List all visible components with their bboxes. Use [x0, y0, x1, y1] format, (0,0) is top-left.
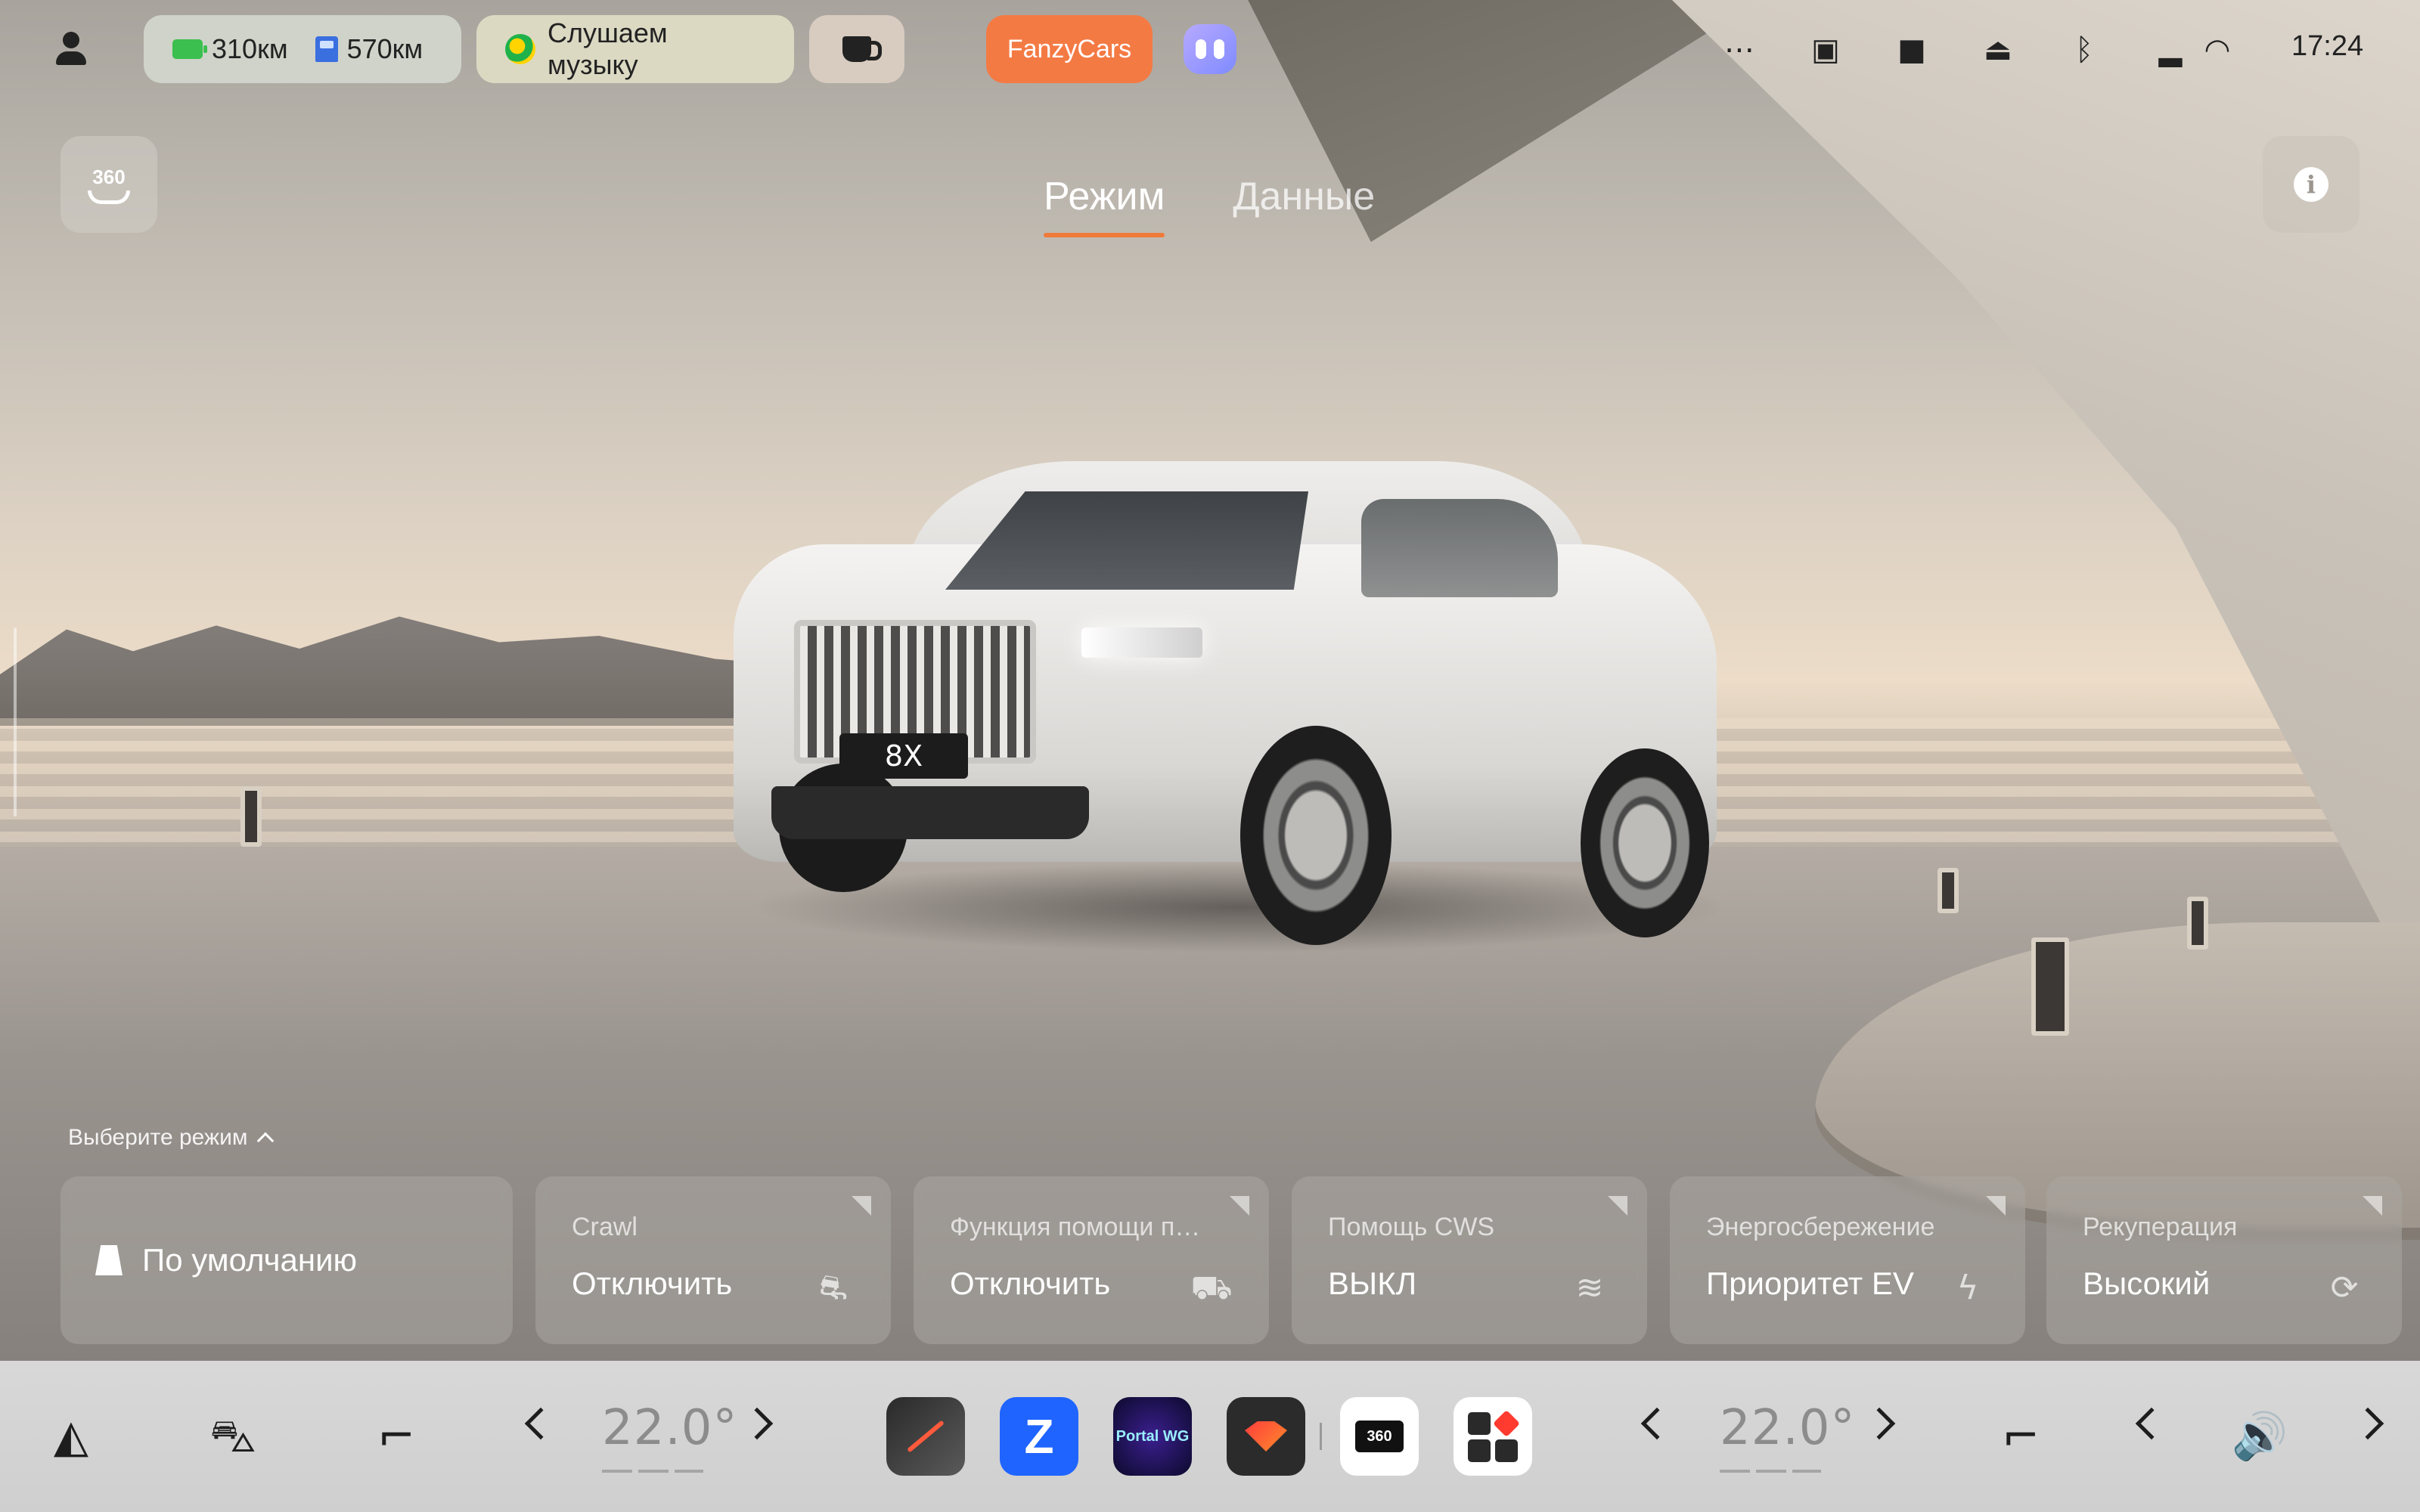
assistant-icon[interactable]	[1184, 24, 1236, 74]
expand-corner-icon	[1608, 1196, 1627, 1216]
right-temp-decrease-icon[interactable]	[1640, 1407, 1674, 1440]
right-temperature[interactable]: 22.0°	[1720, 1400, 1856, 1456]
tab-data[interactable]: Данные	[1233, 174, 1375, 237]
expand-corner-icon	[1986, 1196, 2006, 1216]
vehicle-plate: 8X	[839, 733, 968, 779]
range-widget[interactable]: 310км 570км	[144, 15, 461, 83]
camera-360-app-icon[interactable]: 360	[1340, 1397, 1419, 1476]
dock-separator	[1320, 1423, 1322, 1450]
volume-down-icon[interactable]	[2135, 1407, 2168, 1440]
left-temperature[interactable]: 22.0°	[602, 1400, 738, 1456]
bollard	[1938, 868, 1959, 913]
cws-assist-icon: ≋	[1575, 1269, 1604, 1307]
card-title: Crawl	[572, 1213, 638, 1241]
expand-corner-icon	[2363, 1196, 2382, 1216]
mode-data-tabs: Режим Данные	[1044, 174, 1375, 237]
volume-up-icon[interactable]	[2351, 1407, 2384, 1440]
tab-mode[interactable]: Режим	[1044, 174, 1165, 237]
view-360-label: 360	[92, 165, 126, 188]
regen-icon: ⟳	[2330, 1269, 2359, 1307]
fanzycars-chip[interactable]: FanzyCars	[986, 15, 1153, 83]
default-mode-label: По умолчанию	[142, 1242, 358, 1278]
volume-icon[interactable]: 🔊	[2228, 1405, 2291, 1468]
vehicle-bumper	[771, 786, 1089, 839]
signal-icon: ▂	[2158, 33, 2183, 67]
z-app-icon[interactable]: Z	[1000, 1397, 1078, 1476]
lightning-icon: ϟ	[1956, 1269, 1979, 1307]
mode-card-default[interactable]: По умолчанию	[60, 1176, 513, 1344]
electric-range-value: 310км	[212, 33, 288, 64]
more-icon[interactable]: ⋯	[1718, 29, 1761, 71]
mode-card-energy-saving[interactable]: Энергосбережение Приоритет EV ϟ	[1670, 1176, 2025, 1344]
card-value: Отключить	[950, 1266, 1111, 1301]
status-bar: 310км 570км Слушаем музыку FanzyCars ⋯ ▣…	[0, 0, 2420, 98]
clock: 17:24	[2291, 30, 2364, 62]
bollard	[2187, 897, 2208, 950]
road-icon	[95, 1245, 123, 1275]
vehicle-front-right-wheel	[1240, 726, 1392, 945]
camera-icon[interactable]: ■	[1891, 29, 1933, 71]
camera-360-label: 360	[1355, 1421, 1404, 1452]
card-value: ВЫКЛ	[1328, 1266, 1417, 1301]
vehicle-rear-wheel	[1581, 748, 1709, 937]
expand-corner-icon	[1230, 1196, 1249, 1216]
mode-card-crawl[interactable]: Crawl Отключить ⛐	[535, 1176, 891, 1344]
split-screen-icon[interactable]: ▣	[1804, 29, 1847, 71]
coffee-widget[interactable]	[809, 15, 904, 83]
edge-handle[interactable]	[14, 627, 17, 816]
wifi-icon[interactable]: ◠	[2196, 29, 2238, 71]
gem-app-icon[interactable]	[1227, 1397, 1305, 1476]
vehicle-render[interactable]: 8X	[703, 446, 1747, 975]
apps-grid-icon[interactable]	[1454, 1397, 1532, 1476]
fuel-icon	[315, 36, 338, 62]
mode-card-hill-assist[interactable]: Функция помощи п… Отключить ⛟	[914, 1176, 1269, 1344]
bottom-dock: ◭ ⛍ ⌐ 22.0° Z Portal WG 360 22.0° ⌐ 🔊	[0, 1361, 2420, 1512]
user-profile-icon[interactable]	[53, 30, 89, 67]
mode-card-regeneration[interactable]: Рекуперация Высокий ⟳	[2046, 1176, 2402, 1344]
right-temp-increase-icon[interactable]	[1863, 1407, 1896, 1440]
view-360-button[interactable]: 360	[60, 136, 157, 233]
mode-selector-toggle[interactable]: Выберите режим	[68, 1125, 275, 1151]
driver-seat-icon[interactable]: ⌐	[365, 1405, 428, 1468]
vehicle-control-icon[interactable]: ◭	[39, 1405, 103, 1468]
cup-icon	[842, 36, 882, 62]
vehicle-side-window	[1361, 499, 1558, 597]
chevron-up-icon	[257, 1132, 275, 1150]
card-value: Высокий	[2083, 1266, 2211, 1301]
info-icon: i	[2294, 167, 2328, 202]
card-title: Функция помощи п…	[950, 1213, 1201, 1241]
music-widget[interactable]: Слушаем музыку	[476, 15, 794, 83]
navigation-app-icon[interactable]	[886, 1397, 965, 1476]
mode-card-cws[interactable]: Помощь CWS ВЫКЛ ≋	[1292, 1176, 1647, 1344]
card-title: Энергосбережение	[1706, 1213, 1935, 1241]
alarm-icon[interactable]: ⏏	[1977, 29, 2019, 71]
car-icon[interactable]: ⛍	[201, 1405, 265, 1468]
card-title: Рекуперация	[2083, 1213, 2238, 1241]
bollard	[240, 786, 262, 847]
hill-assist-icon: ⛟	[1190, 1269, 1233, 1307]
battery-icon	[172, 39, 207, 59]
passenger-seat-icon[interactable]: ⌐	[1989, 1405, 2052, 1468]
card-value: Отключить	[572, 1266, 733, 1301]
bollard	[2031, 937, 2069, 1036]
bluetooth-icon[interactable]: ᛒ	[2063, 29, 2105, 71]
left-temp-decrease-icon[interactable]	[524, 1407, 557, 1440]
music-label: Слушаем музыку	[547, 17, 668, 80]
fuel-range-value: 570км	[346, 33, 424, 64]
mode-section-label: Выберите режим	[68, 1125, 248, 1150]
card-title: Помощь CWS	[1328, 1213, 1495, 1241]
rotate-360-icon	[88, 190, 130, 204]
portal-wg-app-icon[interactable]: Portal WG	[1113, 1397, 1192, 1476]
expand-corner-icon	[852, 1196, 871, 1216]
card-value: Приоритет EV	[1706, 1266, 1914, 1301]
vehicle-headlight	[1081, 627, 1202, 658]
left-temp-increase-icon[interactable]	[740, 1407, 774, 1440]
info-button[interactable]: i	[2263, 136, 2360, 233]
music-service-icon	[505, 34, 535, 64]
crawl-car-icon: ⛐	[819, 1269, 848, 1307]
right-temperature-underline	[1720, 1470, 1821, 1473]
left-temperature-underline	[602, 1470, 703, 1473]
